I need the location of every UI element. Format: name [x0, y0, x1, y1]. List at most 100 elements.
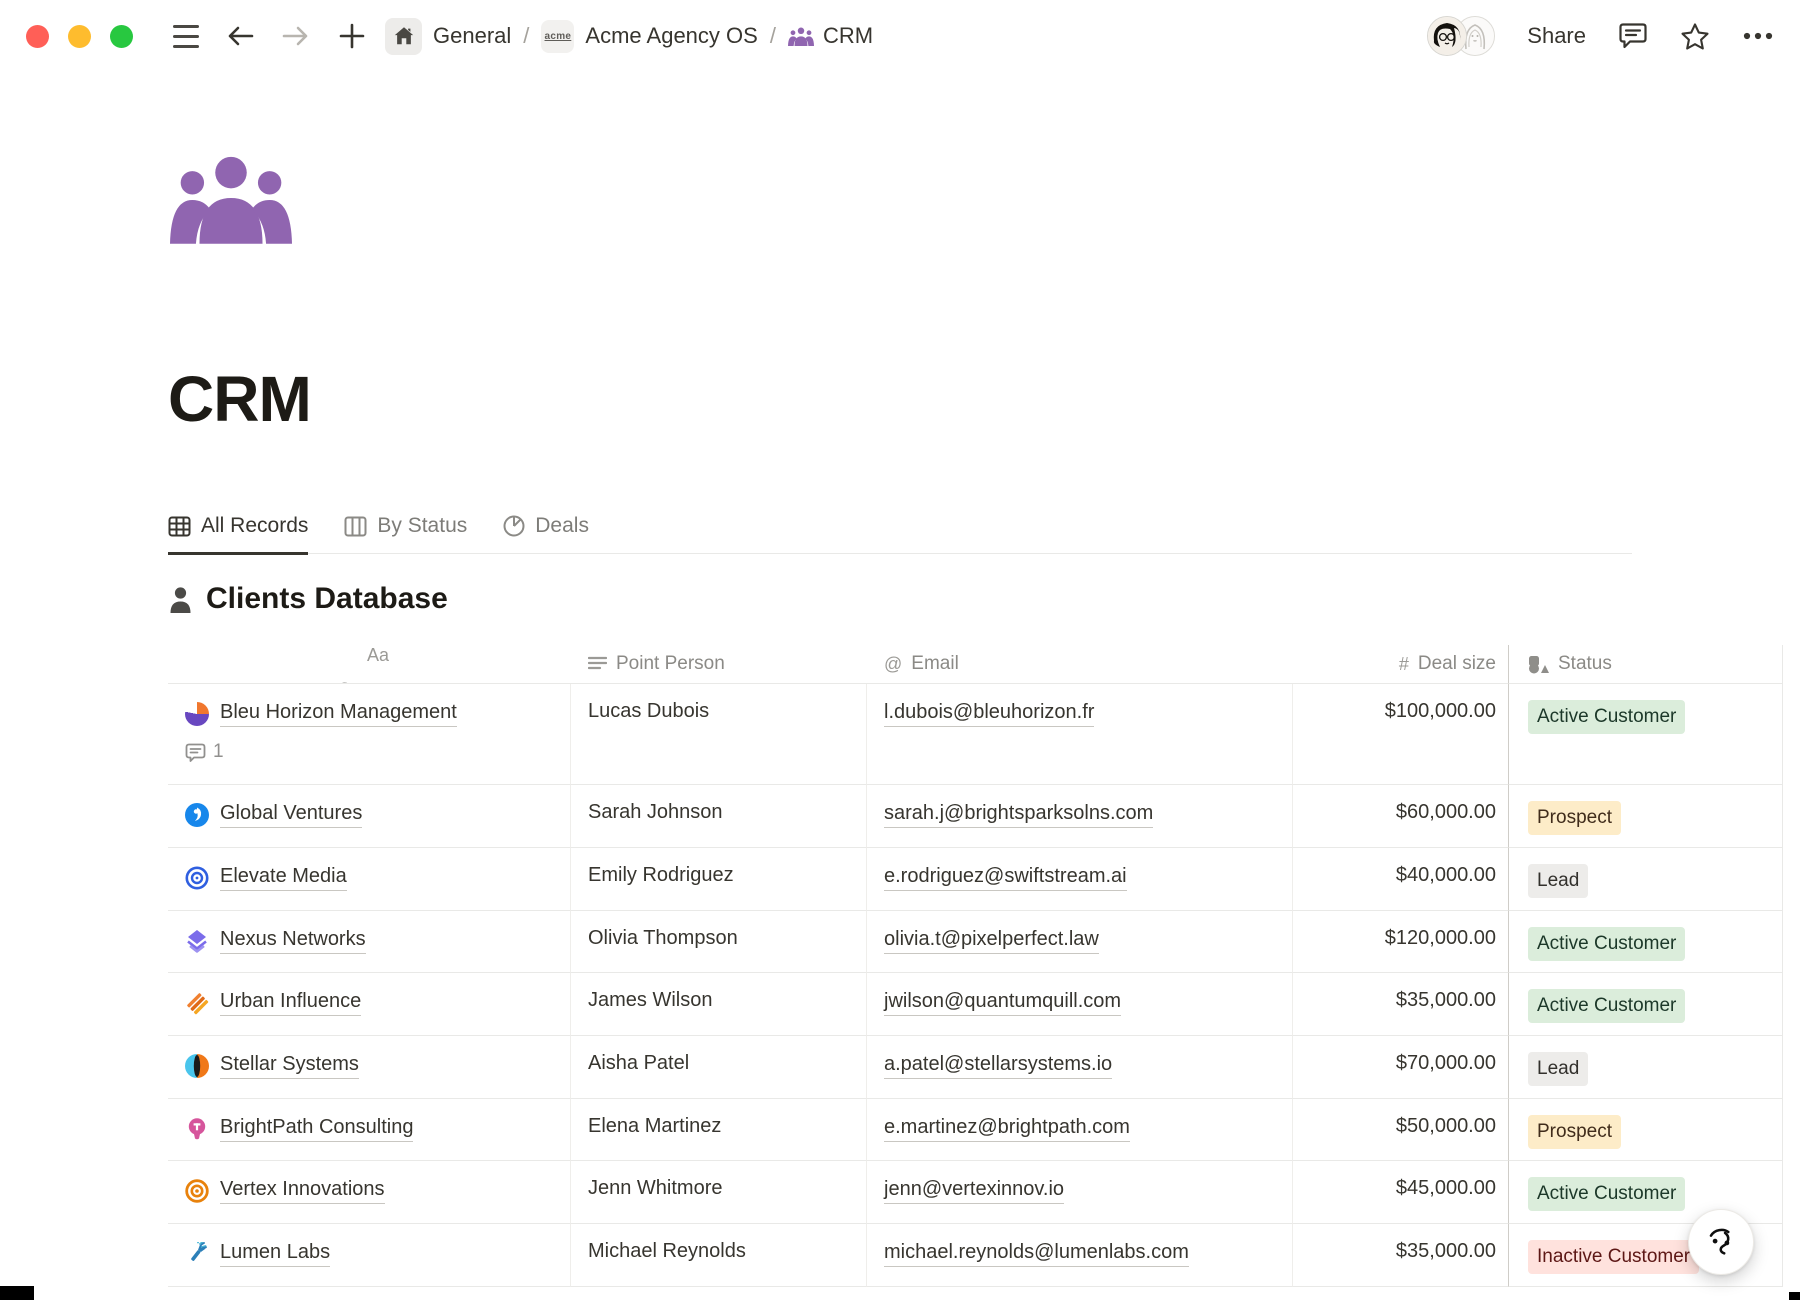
table-cell-point-person[interactable]: James Wilson	[571, 973, 867, 1036]
table-cell-email[interactable]: e.rodriguez@swiftstream.ai	[867, 848, 1293, 911]
capture-artifact	[0, 1286, 34, 1300]
status-badge: Active Customer	[1528, 700, 1685, 734]
breadcrumb-workspace[interactable]: Acme Agency OS	[585, 23, 757, 49]
table-cell-deal-size[interactable]: $60,000.00	[1293, 785, 1508, 848]
comments-icon[interactable]	[1618, 22, 1648, 50]
more-options-icon[interactable]	[1742, 31, 1774, 41]
breadcrumb-separator: /	[523, 23, 529, 49]
page-icon-people-group[interactable]	[170, 150, 292, 244]
table-cell-email[interactable]: e.martinez@brightpath.com	[867, 1099, 1293, 1161]
comment-count[interactable]: 1	[185, 741, 224, 763]
table-row-company[interactable]: Urban Influence	[168, 973, 571, 1036]
table-row-company[interactable]: Vertex Innovations	[168, 1161, 571, 1224]
status-badge: Inactive Customer	[1528, 1240, 1699, 1274]
table-cell-point-person[interactable]: Lucas Dubois	[571, 684, 867, 785]
tab-all-records[interactable]: All Records	[168, 514, 308, 555]
table-row-company[interactable]: BrightPath Consulting	[168, 1099, 571, 1161]
favorite-star-icon[interactable]	[1680, 22, 1710, 51]
table-cell-status[interactable]: Active Customer	[1508, 911, 1783, 973]
table-cell-point-person[interactable]: Sarah Johnson	[571, 785, 867, 848]
breadcrumb: General / acme Acme Agency OS / CRM	[385, 18, 873, 55]
forward-icon[interactable]	[281, 21, 311, 51]
breadcrumb-root[interactable]: General	[433, 23, 511, 49]
close-window-button[interactable]	[26, 25, 49, 48]
company-logo-stellar-systems-icon	[185, 1054, 209, 1078]
table-cell-email[interactable]: olivia.t@pixelperfect.law	[867, 911, 1293, 973]
table-row-company[interactable]: Nexus Networks	[168, 911, 571, 973]
zoom-window-button[interactable]	[110, 25, 133, 48]
table-cell-point-person[interactable]: Aisha Patel	[571, 1036, 867, 1099]
table-cell-status[interactable]: Active Customer	[1508, 1161, 1783, 1224]
table-cell-email[interactable]: a.patel@stellarsystems.io	[867, 1036, 1293, 1099]
table-cell-point-person[interactable]: Jenn Whitmore	[571, 1161, 867, 1224]
table-cell-status[interactable]: Prospect	[1508, 1099, 1783, 1161]
table-cell-email[interactable]: sarah.j@brightsparksolns.com	[867, 785, 1293, 848]
status-badge: Active Customer	[1528, 927, 1685, 961]
table-cell-deal-size[interactable]: $35,000.00	[1293, 1224, 1508, 1287]
column-header-email[interactable]: @ Email	[867, 645, 1293, 684]
table-cell-status[interactable]: Active Customer	[1508, 684, 1783, 785]
table-cell-point-person[interactable]: Olivia Thompson	[571, 911, 867, 973]
table-cell-deal-size[interactable]: $100,000.00	[1293, 684, 1508, 785]
table-cell-deal-size[interactable]: $70,000.00	[1293, 1036, 1508, 1099]
table-cell-point-person[interactable]: Emily Rodriguez	[571, 848, 867, 911]
database-heading: Clients Database	[168, 582, 448, 616]
table-cell-deal-size[interactable]: $40,000.00	[1293, 848, 1508, 911]
tab-label: Deals	[535, 514, 589, 538]
company-logo-lumen-labs-icon	[185, 1242, 209, 1266]
back-icon[interactable]	[225, 21, 255, 51]
table-cell-email[interactable]: l.dubois@bleuhorizon.fr	[867, 684, 1293, 785]
window-titlebar: General / acme Acme Agency OS / CRM Shar…	[0, 0, 1800, 72]
minimize-window-button[interactable]	[68, 25, 91, 48]
tab-label: All Records	[201, 514, 308, 538]
status-badge: Prospect	[1528, 1115, 1621, 1149]
notion-ai-button[interactable]	[1688, 1209, 1754, 1275]
status-badge: Lead	[1528, 864, 1588, 898]
clients-table: Aa Company Point Person @ Email # Deal s…	[168, 645, 1783, 1287]
workspace-logo-icon[interactable]: acme	[541, 20, 574, 53]
table-row-company[interactable]: Lumen Labs	[168, 1224, 571, 1287]
share-button[interactable]: Share	[1527, 23, 1586, 49]
comment-bubble-icon	[185, 743, 206, 762]
column-header-status[interactable]: Status	[1508, 645, 1783, 684]
status-badge: Active Customer	[1528, 1177, 1685, 1211]
sidebar-toggle-icon[interactable]	[173, 25, 199, 48]
tab-by-status[interactable]: By Status	[344, 514, 467, 553]
table-cell-point-person[interactable]: Elena Martinez	[571, 1099, 867, 1161]
table-row-company[interactable]: Elevate Media	[168, 848, 571, 911]
number-hash-icon: #	[1399, 654, 1409, 675]
company-logo-elevate-media-icon	[185, 866, 209, 890]
table-cell-status[interactable]: Prospect	[1508, 785, 1783, 848]
company-logo-brightpath-icon	[185, 1117, 209, 1141]
table-cell-deal-size[interactable]: $120,000.00	[1293, 911, 1508, 973]
table-cell-deal-size[interactable]: $50,000.00	[1293, 1099, 1508, 1161]
crm-page-people-icon	[788, 23, 814, 49]
tab-deals[interactable]: Deals	[503, 514, 589, 553]
text-lines-icon	[588, 656, 607, 672]
table-cell-status[interactable]: Active Customer	[1508, 973, 1783, 1036]
table-row-company[interactable]: Global Ventures	[168, 785, 571, 848]
table-cell-deal-size[interactable]: $35,000.00	[1293, 973, 1508, 1036]
table-cell-status[interactable]: Lead	[1508, 1036, 1783, 1099]
table-cell-email[interactable]: jenn@vertexinnov.io	[867, 1161, 1293, 1224]
home-icon[interactable]	[385, 18, 422, 55]
table-cell-email[interactable]: jwilson@quantumquill.com	[867, 973, 1293, 1036]
collaborator-avatars	[1427, 16, 1495, 56]
new-page-plus-icon[interactable]	[337, 21, 367, 51]
status-badge: Active Customer	[1528, 989, 1685, 1023]
table-cell-email[interactable]: michael.reynolds@lumenlabs.com	[867, 1224, 1293, 1287]
table-row-company[interactable]: Bleu Horizon Management 1	[168, 684, 571, 785]
table-row-company[interactable]: Stellar Systems	[168, 1036, 571, 1099]
status-property-icon	[1528, 655, 1549, 674]
column-header-deal-size[interactable]: # Deal size	[1293, 645, 1508, 684]
column-header-company[interactable]: Aa Company	[168, 645, 571, 684]
avatar[interactable]	[1427, 16, 1467, 56]
notion-crm-window: General / acme Acme Agency OS / CRM Shar…	[0, 0, 1800, 1300]
company-logo-urban-influence-icon	[185, 991, 209, 1015]
breadcrumb-page[interactable]: CRM	[823, 23, 873, 49]
column-header-point-person[interactable]: Point Person	[571, 645, 867, 684]
database-title[interactable]: Clients Database	[206, 582, 448, 616]
table-cell-deal-size[interactable]: $45,000.00	[1293, 1161, 1508, 1224]
table-cell-status[interactable]: Lead	[1508, 848, 1783, 911]
table-cell-point-person[interactable]: Michael Reynolds	[571, 1224, 867, 1287]
